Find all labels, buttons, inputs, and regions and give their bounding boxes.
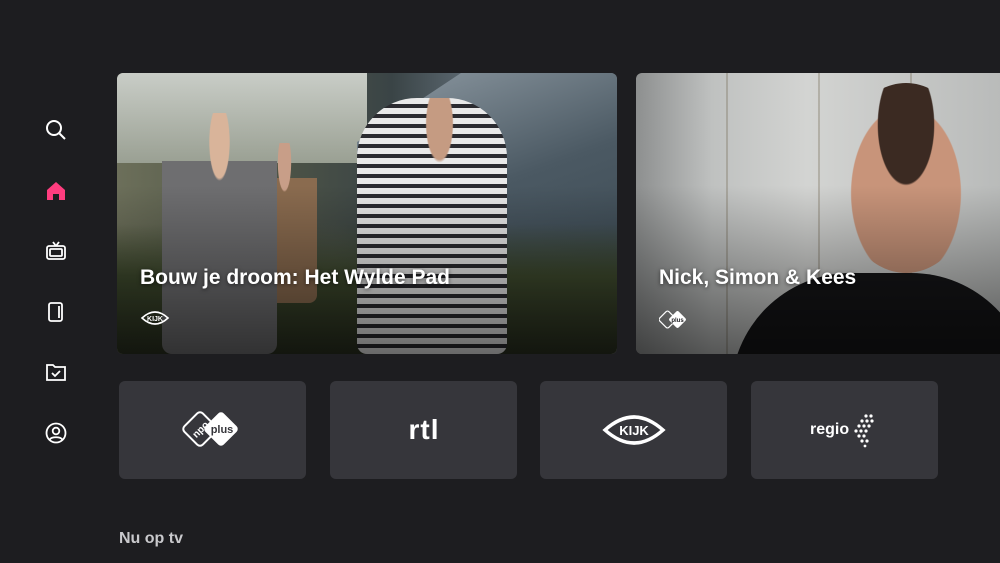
svg-text:plus: plus <box>671 318 684 324</box>
channel-tile-kijk[interactable]: KIJK <box>540 381 727 479</box>
tv-icon <box>46 241 66 260</box>
check-folder-icon <box>46 364 66 381</box>
tablet-icon <box>48 302 63 322</box>
search-icon <box>46 120 66 140</box>
sidebar-item-recordings[interactable] <box>41 357 71 387</box>
sidebar-item-tv[interactable] <box>41 236 71 266</box>
npo-plus-logo: npo plus <box>181 411 238 447</box>
home-icon <box>47 182 65 200</box>
section-title-now-on-tv: Nu op tv <box>119 530 183 547</box>
kijk-logo-badge: KIJK <box>140 309 170 332</box>
plus-logo-text: plus <box>210 424 233 436</box>
app: Bouw je droom: Het Wylde Pad KIJK Nick, … <box>0 0 1000 563</box>
svg-text:KIJK: KIJK <box>147 316 163 323</box>
hero-title: Nick, Simon & Kees <box>659 266 857 289</box>
rtl-logo: rtl <box>408 415 439 445</box>
regio-logo-text: regio <box>810 421 849 438</box>
kijk-logo: KIJK <box>601 415 666 445</box>
sidebar <box>0 0 110 563</box>
hero-card-bouw-je-droom[interactable]: Bouw je droom: Het Wylde Pad KIJK <box>117 73 617 354</box>
sidebar-item-on-demand[interactable] <box>41 297 71 327</box>
channel-tile-rtl[interactable]: rtl <box>330 381 517 479</box>
sidebar-item-search[interactable] <box>41 115 71 145</box>
rtl-logo-text: rtl <box>408 415 439 445</box>
regio-logo: regio <box>810 414 874 448</box>
npo-plus-logo-badge: plus <box>658 309 689 336</box>
sidebar-item-home[interactable] <box>41 176 71 206</box>
user-icon <box>45 422 67 444</box>
channel-tile-regio[interactable]: regio <box>751 381 938 479</box>
channel-tile-npo-plus[interactable]: npo plus <box>119 381 306 479</box>
hero-card-nick-simon-kees[interactable]: Nick, Simon & Kees plus <box>636 73 1000 354</box>
hero-title: Bouw je droom: Het Wylde Pad <box>140 266 450 289</box>
sidebar-item-profile[interactable] <box>41 418 71 448</box>
kijk-logo-text: KIJK <box>619 423 649 438</box>
